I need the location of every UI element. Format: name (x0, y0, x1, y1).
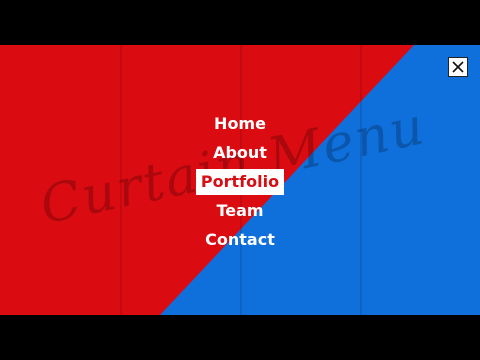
menu-link-about[interactable]: About (208, 140, 272, 166)
main-menu: Home About Portfolio Team Contact (140, 109, 340, 254)
menu-link-team[interactable]: Team (211, 198, 268, 224)
menu-link-portfolio[interactable]: Portfolio (195, 169, 285, 195)
close-icon (452, 61, 464, 73)
menu-item-home: Home (140, 109, 340, 138)
menu-link-contact[interactable]: Contact (200, 227, 280, 253)
menu-item-team: Team (140, 196, 340, 225)
menu-item-about: About (140, 138, 340, 167)
curtain-menu-overlay: Curtain Menu Home About Portfolio Team C… (0, 45, 480, 315)
menu-link-home[interactable]: Home (209, 111, 271, 137)
close-button[interactable] (448, 57, 468, 77)
menu-item-contact: Contact (140, 225, 340, 254)
menu-item-portfolio: Portfolio (140, 167, 340, 196)
